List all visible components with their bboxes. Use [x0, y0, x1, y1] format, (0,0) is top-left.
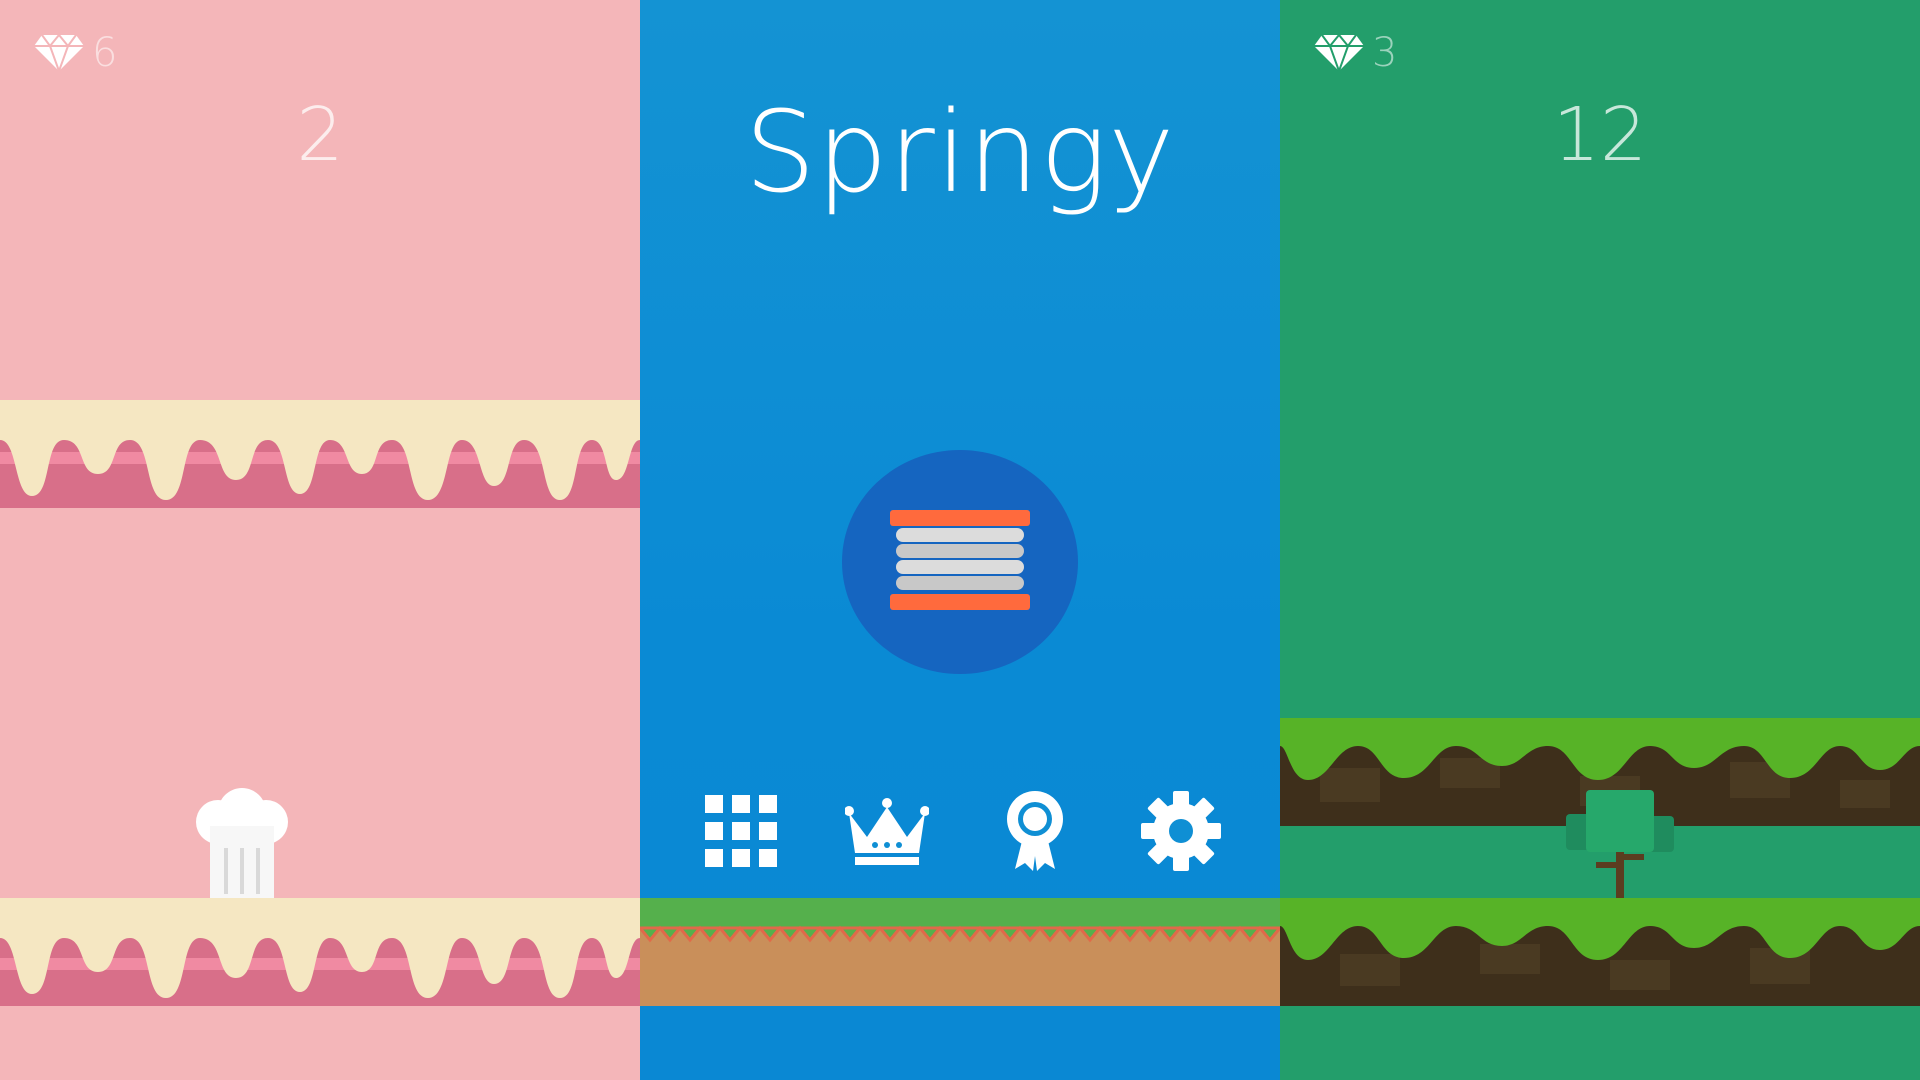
settings-gear-icon [1141, 791, 1221, 871]
logo-circle [842, 450, 1078, 674]
tree-character [1566, 790, 1674, 898]
diamond-icon [34, 33, 84, 73]
levels-button[interactable] [696, 786, 786, 876]
chef-hat-character [196, 788, 288, 898]
score-display: 12 [1552, 92, 1648, 178]
gem-count: 3 [1372, 30, 1398, 76]
diamond-icon [1314, 33, 1364, 73]
gem-counter: 3 [1312, 30, 1397, 76]
achievements-ribbon-icon [1007, 791, 1063, 871]
main-menu-panel: Springy [640, 0, 1280, 1080]
leaderboard-button[interactable] [842, 786, 932, 876]
cake-game-panel: 6 2 [0, 0, 640, 1080]
cake-platform-lower [0, 898, 640, 1006]
game-title: Springy [744, 88, 1176, 218]
grass-ground [640, 898, 1280, 1006]
gem-counter: 6 [32, 30, 117, 76]
leaderboard-crown-icon [845, 798, 929, 865]
forest-game-panel: 3 12 [1280, 0, 1920, 1080]
levels-grid-icon [705, 795, 777, 867]
cake-platform-upper [0, 400, 640, 508]
gem-count: 6 [92, 30, 118, 76]
settings-button[interactable] [1136, 786, 1226, 876]
achievements-button[interactable] [990, 786, 1080, 876]
score-display: 2 [296, 92, 344, 178]
forest-platform-lower [1280, 898, 1920, 1006]
spring-icon [890, 510, 1030, 610]
